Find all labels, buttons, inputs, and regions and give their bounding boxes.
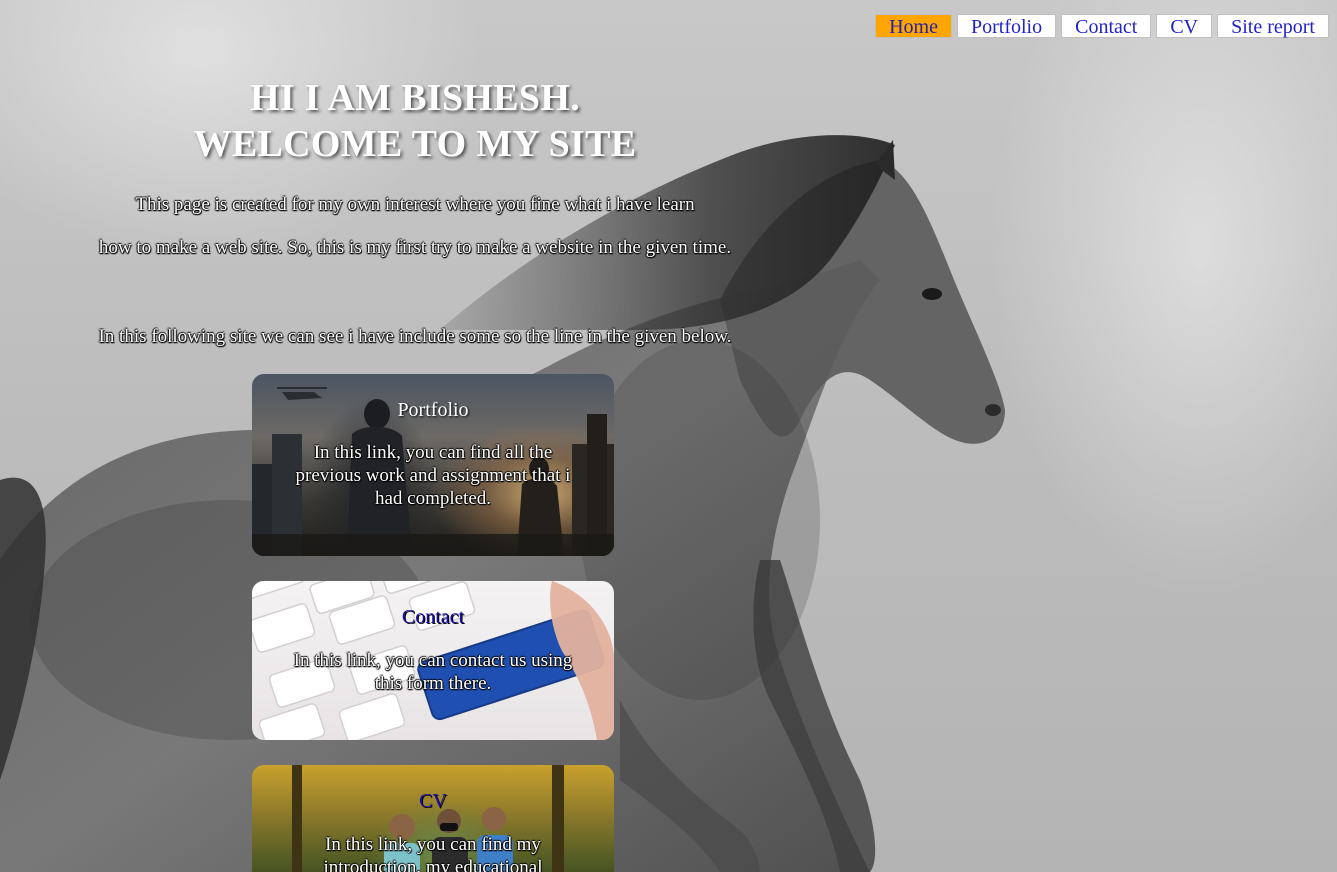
cv-card-text: In this link, you can find my introducti…: [323, 834, 543, 872]
nav-contact[interactable]: Contact: [1061, 14, 1152, 38]
top-nav: Home Portfolio Contact CV Site report: [875, 14, 1329, 38]
cv-card[interactable]: CV In this link, you can find my introdu…: [252, 765, 614, 872]
contact-card[interactable]: Contact In this link, you can contact us…: [252, 581, 614, 740]
portfolio-card[interactable]: Portfolio In this link, you can find all…: [252, 374, 614, 556]
intro-paragraph-1: This page is created for my own interest…: [135, 194, 695, 215]
portfolio-card-title: Portfolio: [397, 399, 469, 421]
hero-title-line2: WELCOME TO MY SITE: [193, 123, 637, 165]
contact-card-text: In this link, you can contact us using t…: [293, 650, 573, 694]
nav-site-report[interactable]: Site report: [1217, 14, 1329, 38]
nav-cv[interactable]: CV: [1156, 14, 1213, 38]
nav-home[interactable]: Home: [875, 14, 952, 38]
portfolio-card-text: In this link, you can find all the previ…: [295, 442, 571, 509]
intro-paragraph-3: In this following site we can see i have…: [98, 326, 732, 347]
cv-card-title: CV: [419, 790, 447, 812]
hero-title-line1: HI I AM BISHESH.: [249, 77, 580, 119]
nav-portfolio[interactable]: Portfolio: [956, 14, 1057, 38]
intro-paragraph-2: how to make a web site. So, this is my f…: [98, 237, 732, 258]
hero: HI I AM BISHESH. WELCOME TO MY SITE: [80, 75, 750, 167]
contact-card-title: Contact: [401, 606, 465, 628]
